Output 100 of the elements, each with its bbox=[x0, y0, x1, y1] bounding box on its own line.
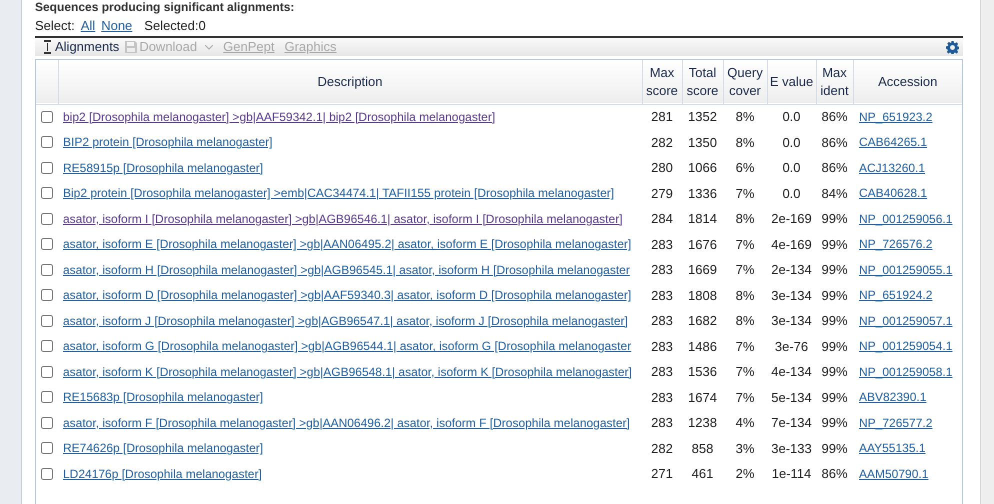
table-cell-text: 99% bbox=[820, 440, 849, 458]
column-header[interactable]: Max score bbox=[642, 60, 682, 104]
description-link[interactable]: asator, isoform D [Drosophila melanogaster] >gb|AAF59340.3| asator, isoform D [Drosophila melanogaster] bbox=[63, 288, 632, 302]
alignments-button[interactable]: Alignments bbox=[43, 37, 120, 57]
accession-link[interactable]: CAB64265.1 bbox=[859, 135, 928, 150]
column-header[interactable]: Query cover bbox=[723, 60, 767, 104]
table-cell-text: 1066 bbox=[687, 159, 718, 177]
table-cell-text: 284 bbox=[650, 210, 674, 228]
accession-link[interactable]: NP_001259058.1 bbox=[859, 364, 952, 379]
row-checkbox[interactable] bbox=[41, 187, 53, 200]
table-cell-text: 1814 bbox=[687, 210, 718, 228]
table-cell: 86% bbox=[816, 104, 853, 130]
row-checkbox[interactable] bbox=[41, 238, 53, 250]
table-cell-text: 1669 bbox=[687, 261, 718, 279]
table-cell-text: 7% bbox=[734, 363, 756, 381]
table-cell: 0.0 bbox=[767, 104, 816, 130]
table-cell-text: 279 bbox=[650, 184, 674, 202]
table-cell-text: 99% bbox=[820, 210, 849, 228]
row-checkbox[interactable] bbox=[41, 212, 53, 225]
accession-link[interactable]: NP_001259054.1 bbox=[859, 339, 952, 354]
row-checkbox[interactable] bbox=[41, 289, 53, 302]
description-link[interactable]: asator, isoform E [Drosophila melanogaster] >gb|AAN06495.2| asator, isoform E [Drosophila melanogaster] bbox=[63, 237, 632, 252]
table-cell-text: 86% bbox=[820, 465, 849, 483]
table-cell-text: 283 bbox=[650, 338, 674, 356]
description-link[interactable]: asator, isoform H [Drosophila melanogaster] >gb|AGB96545.1| asator, isoform H [Drosophila melanogaster bbox=[63, 262, 630, 277]
row-checkbox[interactable] bbox=[41, 162, 53, 174]
table-cell-text: 1486 bbox=[687, 338, 718, 356]
table-cell-text: 283 bbox=[650, 261, 674, 279]
select-link[interactable]: None bbox=[101, 16, 132, 36]
settings-icon[interactable] bbox=[946, 40, 959, 54]
accession-link[interactable]: NP_651924.2 bbox=[859, 288, 932, 302]
table-cell-text: 7% bbox=[734, 338, 756, 356]
description-link[interactable]: asator, isoform G [Drosophila melanogaster] >gb|AGB96544.1| asator, isoform G [Drosophila melanogaster bbox=[63, 339, 632, 354]
description-link[interactable]: BIP2 protein [Drosophila melanogaster] bbox=[63, 135, 272, 150]
row-checkbox[interactable] bbox=[41, 416, 53, 429]
table-cell: 8% bbox=[723, 104, 767, 130]
description-link[interactable]: Bip2 protein [Drosophila melanogaster] >emb|CAC34474.1| TAFII155 protein [Drosophila melanogaster] bbox=[63, 186, 614, 200]
select-link[interactable]: All bbox=[80, 16, 96, 36]
accession-link[interactable]: CAB40628.1 bbox=[859, 186, 928, 200]
accession-link[interactable]: AAY55135.1 bbox=[859, 441, 926, 456]
accession-link[interactable]: AAM50790.1 bbox=[859, 466, 928, 481]
table-cell-text: 99% bbox=[820, 338, 849, 356]
row-checkbox[interactable] bbox=[41, 111, 53, 123]
row-checkbox[interactable] bbox=[41, 391, 53, 404]
column-header[interactable]: Total score bbox=[682, 60, 723, 104]
description-link[interactable]: RE74626p [Drosophila melanogaster] bbox=[63, 441, 264, 456]
table-cell-text: 283 bbox=[650, 236, 674, 254]
row-checkbox[interactable] bbox=[41, 136, 53, 148]
table-cell-text: 7e-134 bbox=[770, 414, 813, 432]
accession-link[interactable]: NP_726576.2 bbox=[859, 237, 932, 252]
table-cell-text: 99% bbox=[820, 312, 849, 330]
row-checkbox[interactable] bbox=[41, 442, 53, 454]
table-cell-text: 283 bbox=[650, 414, 674, 432]
accession-link[interactable]: NP_651923.2 bbox=[859, 110, 932, 124]
table-cell-text: 3% bbox=[734, 440, 756, 458]
table-cell-text: 2% bbox=[734, 465, 756, 483]
table-cell-text: 7% bbox=[734, 236, 756, 254]
table-cell-text: 7% bbox=[734, 261, 756, 279]
accession-link[interactable]: ABV82390.1 bbox=[859, 390, 926, 404]
row-checkbox[interactable] bbox=[41, 314, 53, 327]
table-cell-text: 3e-133 bbox=[770, 440, 813, 458]
table-cell-text: 1336 bbox=[687, 184, 718, 202]
row-checkbox[interactable] bbox=[41, 468, 53, 480]
description-link[interactable]: asator, isoform F [Drosophila melanogaster] >gb|AAN06496.2| asator, isoform F [Drosophila melanogaster] bbox=[63, 416, 630, 430]
table-cell-text: 99% bbox=[820, 414, 849, 432]
column-header[interactable]: Accession bbox=[853, 60, 962, 104]
row-checkbox[interactable] bbox=[41, 366, 53, 378]
table-cell-text: 8% bbox=[734, 286, 756, 304]
description-link[interactable]: asator, isoform K [Drosophila melanogaster] >gb|AGB96548.1| asator, isoform K [Drosophila melanogaster] bbox=[63, 364, 632, 379]
table-cell-text: 8% bbox=[734, 134, 756, 152]
table-cell-text: 99% bbox=[820, 261, 849, 279]
table-cell-text: 0.0 bbox=[781, 159, 802, 177]
description-link[interactable]: RE15683p [Drosophila melanogaster] bbox=[63, 390, 264, 404]
accession-link[interactable]: NP_001259057.1 bbox=[859, 314, 952, 328]
table-cell-text: 0.0 bbox=[781, 184, 802, 202]
column-header[interactable]: Description bbox=[58, 60, 642, 104]
table-cell-text: 7% bbox=[734, 388, 756, 406]
selected-count: Selected:0 bbox=[144, 17, 206, 36]
description-link[interactable]: asator, isoform I [Drosophila melanogaster] >gb|AGB96546.1| asator, isoform I [Drosophila melanogaster] bbox=[63, 212, 623, 226]
table-cell-text: 1674 bbox=[687, 388, 718, 406]
description-link[interactable]: bip2 [Drosophila melanogaster] >gb|AAF59342.1| bip2 [Drosophila melanogaster] bbox=[63, 110, 496, 124]
table-cell-text: 84% bbox=[820, 184, 849, 202]
section-heading: Sequences producing significant alignments: bbox=[35, 0, 296, 14]
table-cell-text: 4% bbox=[734, 414, 756, 432]
table-cell-text: 1676 bbox=[687, 236, 718, 254]
table-cell-text: 99% bbox=[820, 363, 849, 381]
accession-link[interactable]: ACJ13260.1 bbox=[859, 160, 926, 175]
table-cell-text: 86% bbox=[820, 134, 849, 152]
accession-link[interactable]: NP_001259056.1 bbox=[859, 212, 952, 226]
description-link[interactable]: asator, isoform J [Drosophila melanogaster] >gb|AGB96547.1| asator, isoform J [Drosophila melanogaster] bbox=[63, 314, 628, 328]
description-link[interactable]: RE58915p [Drosophila melanogaster] bbox=[63, 160, 264, 175]
column-header[interactable]: E value bbox=[767, 60, 816, 104]
accession-link[interactable]: NP_001259055.1 bbox=[859, 262, 952, 277]
description-link[interactable]: LD24176p [Drosophila melanogaster] bbox=[63, 466, 262, 481]
table-cell-text: 86% bbox=[820, 159, 849, 177]
row-checkbox[interactable] bbox=[41, 264, 53, 276]
row-checkbox[interactable] bbox=[41, 340, 53, 352]
accession-link[interactable]: NP_726577.2 bbox=[859, 416, 932, 430]
column-header[interactable]: Max ident bbox=[816, 60, 853, 104]
select-label: Select: bbox=[35, 17, 75, 36]
